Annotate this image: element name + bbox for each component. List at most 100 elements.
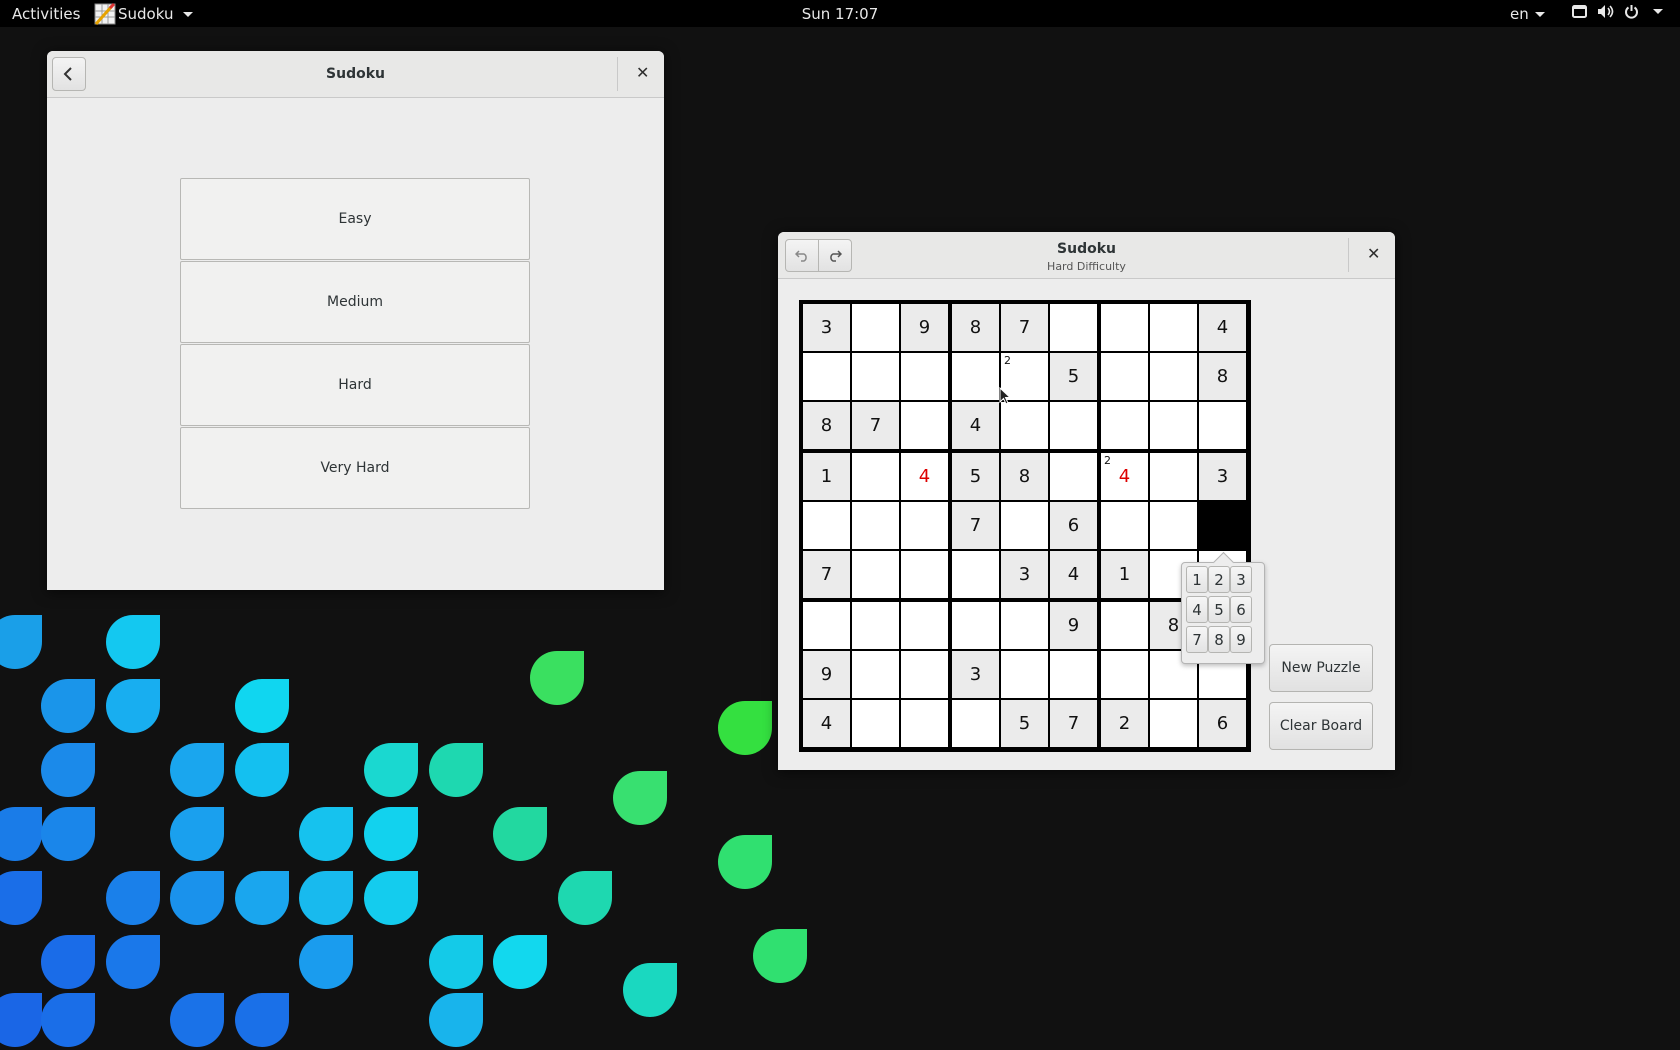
board-cell[interactable] — [852, 502, 899, 549]
board-cell[interactable] — [901, 700, 948, 747]
hard-button[interactable]: Hard — [180, 344, 530, 426]
board-cell[interactable] — [1050, 651, 1097, 698]
board-cell[interactable] — [901, 502, 948, 549]
board-cell[interactable]: 8 — [1199, 353, 1246, 400]
board-cell[interactable] — [1101, 304, 1148, 351]
board-cell[interactable] — [803, 602, 850, 649]
board-cell[interactable] — [803, 502, 850, 549]
board-cell[interactable]: 5 — [1050, 353, 1097, 400]
system-tray[interactable] — [1572, 4, 1663, 19]
app-menu[interactable]: Sudoku — [92, 2, 194, 25]
board-cell[interactable] — [952, 602, 999, 649]
board-cell[interactable] — [901, 602, 948, 649]
number-button[interactable]: 2 — [1208, 566, 1230, 593]
number-button[interactable]: 9 — [1230, 626, 1252, 653]
activities-button[interactable]: Activities — [12, 5, 80, 23]
board-cell[interactable] — [1150, 353, 1197, 400]
close-button[interactable]: ✕ — [636, 63, 649, 82]
board-cell[interactable] — [852, 700, 899, 747]
board-cell[interactable]: 5 — [952, 453, 999, 500]
board-cell[interactable]: 4 — [1199, 304, 1246, 351]
board-cell[interactable] — [1001, 602, 1048, 649]
clock[interactable]: Sun 17:07 — [802, 5, 879, 23]
board-cell[interactable] — [1150, 453, 1197, 500]
language-menu[interactable]: en — [1510, 5, 1545, 23]
very-hard-button[interactable]: Very Hard — [180, 427, 530, 509]
mouse-pointer-icon — [999, 387, 1011, 405]
board-cell[interactable]: 5 — [1001, 700, 1048, 747]
board-cell[interactable]: 4 — [803, 700, 850, 747]
board-cell[interactable]: 8 — [803, 402, 850, 449]
board-cell[interactable]: 7 — [803, 551, 850, 598]
board-cell[interactable] — [1001, 402, 1048, 449]
board-cell[interactable]: 7 — [852, 402, 899, 449]
board-cell[interactable] — [1101, 502, 1148, 549]
number-button[interactable]: 1 — [1186, 566, 1208, 593]
board-cell[interactable] — [1199, 402, 1246, 449]
board-cell[interactable]: 9 — [803, 651, 850, 698]
board-cell[interactable] — [1150, 402, 1197, 449]
board-cell[interactable]: 7 — [952, 502, 999, 549]
board-cell[interactable] — [1101, 651, 1148, 698]
board-cell[interactable] — [1199, 502, 1246, 549]
easy-button[interactable]: Easy — [180, 178, 530, 260]
board-cell[interactable] — [1050, 402, 1097, 449]
board-cell[interactable]: 4 — [901, 453, 948, 500]
board-cell[interactable] — [852, 453, 899, 500]
number-button[interactable]: 5 — [1208, 596, 1230, 623]
board-cell[interactable]: 42 — [1101, 453, 1148, 500]
number-button[interactable]: 4 — [1186, 596, 1208, 623]
board-cell[interactable] — [1150, 502, 1197, 549]
board-cell[interactable]: 9 — [1050, 602, 1097, 649]
number-button[interactable]: 7 — [1186, 626, 1208, 653]
board-cell[interactable]: 8 — [952, 304, 999, 351]
board-cell[interactable] — [803, 353, 850, 400]
board-cell[interactable] — [1150, 304, 1197, 351]
board-cell[interactable]: 6 — [1199, 700, 1246, 747]
number-button[interactable]: 6 — [1230, 596, 1252, 623]
number-button[interactable]: 8 — [1208, 626, 1230, 653]
board-cell[interactable] — [1101, 602, 1148, 649]
board-cell[interactable]: 3 — [1001, 551, 1048, 598]
new-puzzle-button[interactable]: New Puzzle — [1269, 644, 1373, 692]
close-button[interactable]: ✕ — [1367, 244, 1380, 263]
board-cell[interactable] — [901, 551, 948, 598]
board-cell[interactable] — [952, 551, 999, 598]
board-cell[interactable] — [1001, 651, 1048, 698]
wallpaper-drop — [718, 835, 772, 889]
board-cell[interactable]: 2 — [1101, 700, 1148, 747]
medium-button[interactable]: Medium — [180, 261, 530, 343]
number-button[interactable]: 3 — [1230, 566, 1252, 593]
wallpaper-drop — [41, 743, 95, 797]
close-icon: ✕ — [636, 63, 650, 82]
board-cell[interactable] — [852, 551, 899, 598]
board-cell[interactable] — [901, 353, 948, 400]
board-cell[interactable] — [901, 651, 948, 698]
board-cell[interactable]: 1 — [1101, 551, 1148, 598]
board-cell[interactable] — [1101, 353, 1148, 400]
board-cell[interactable]: 3 — [952, 651, 999, 698]
board-cell[interactable]: 8 — [1001, 453, 1048, 500]
board-cell[interactable]: 1 — [803, 453, 850, 500]
clear-board-button[interactable]: Clear Board — [1269, 702, 1373, 750]
board-cell[interactable]: 6 — [1050, 502, 1097, 549]
board-cell[interactable]: 4 — [1050, 551, 1097, 598]
board-cell[interactable]: 7 — [1001, 304, 1048, 351]
board-cell[interactable] — [901, 402, 948, 449]
board-cell[interactable]: 3 — [1199, 453, 1246, 500]
board-cell[interactable]: 4 — [952, 402, 999, 449]
board-cell[interactable] — [1050, 453, 1097, 500]
board-cell[interactable] — [952, 353, 999, 400]
board-cell[interactable]: 9 — [901, 304, 948, 351]
board-cell[interactable] — [952, 700, 999, 747]
board-cell[interactable] — [852, 651, 899, 698]
board-cell[interactable] — [852, 602, 899, 649]
board-cell[interactable] — [1050, 304, 1097, 351]
board-cell[interactable]: 3 — [803, 304, 850, 351]
board-cell[interactable] — [852, 304, 899, 351]
board-cell[interactable] — [852, 353, 899, 400]
board-cell[interactable] — [1101, 402, 1148, 449]
board-cell[interactable] — [1001, 502, 1048, 549]
board-cell[interactable] — [1150, 700, 1197, 747]
board-cell[interactable]: 7 — [1050, 700, 1097, 747]
